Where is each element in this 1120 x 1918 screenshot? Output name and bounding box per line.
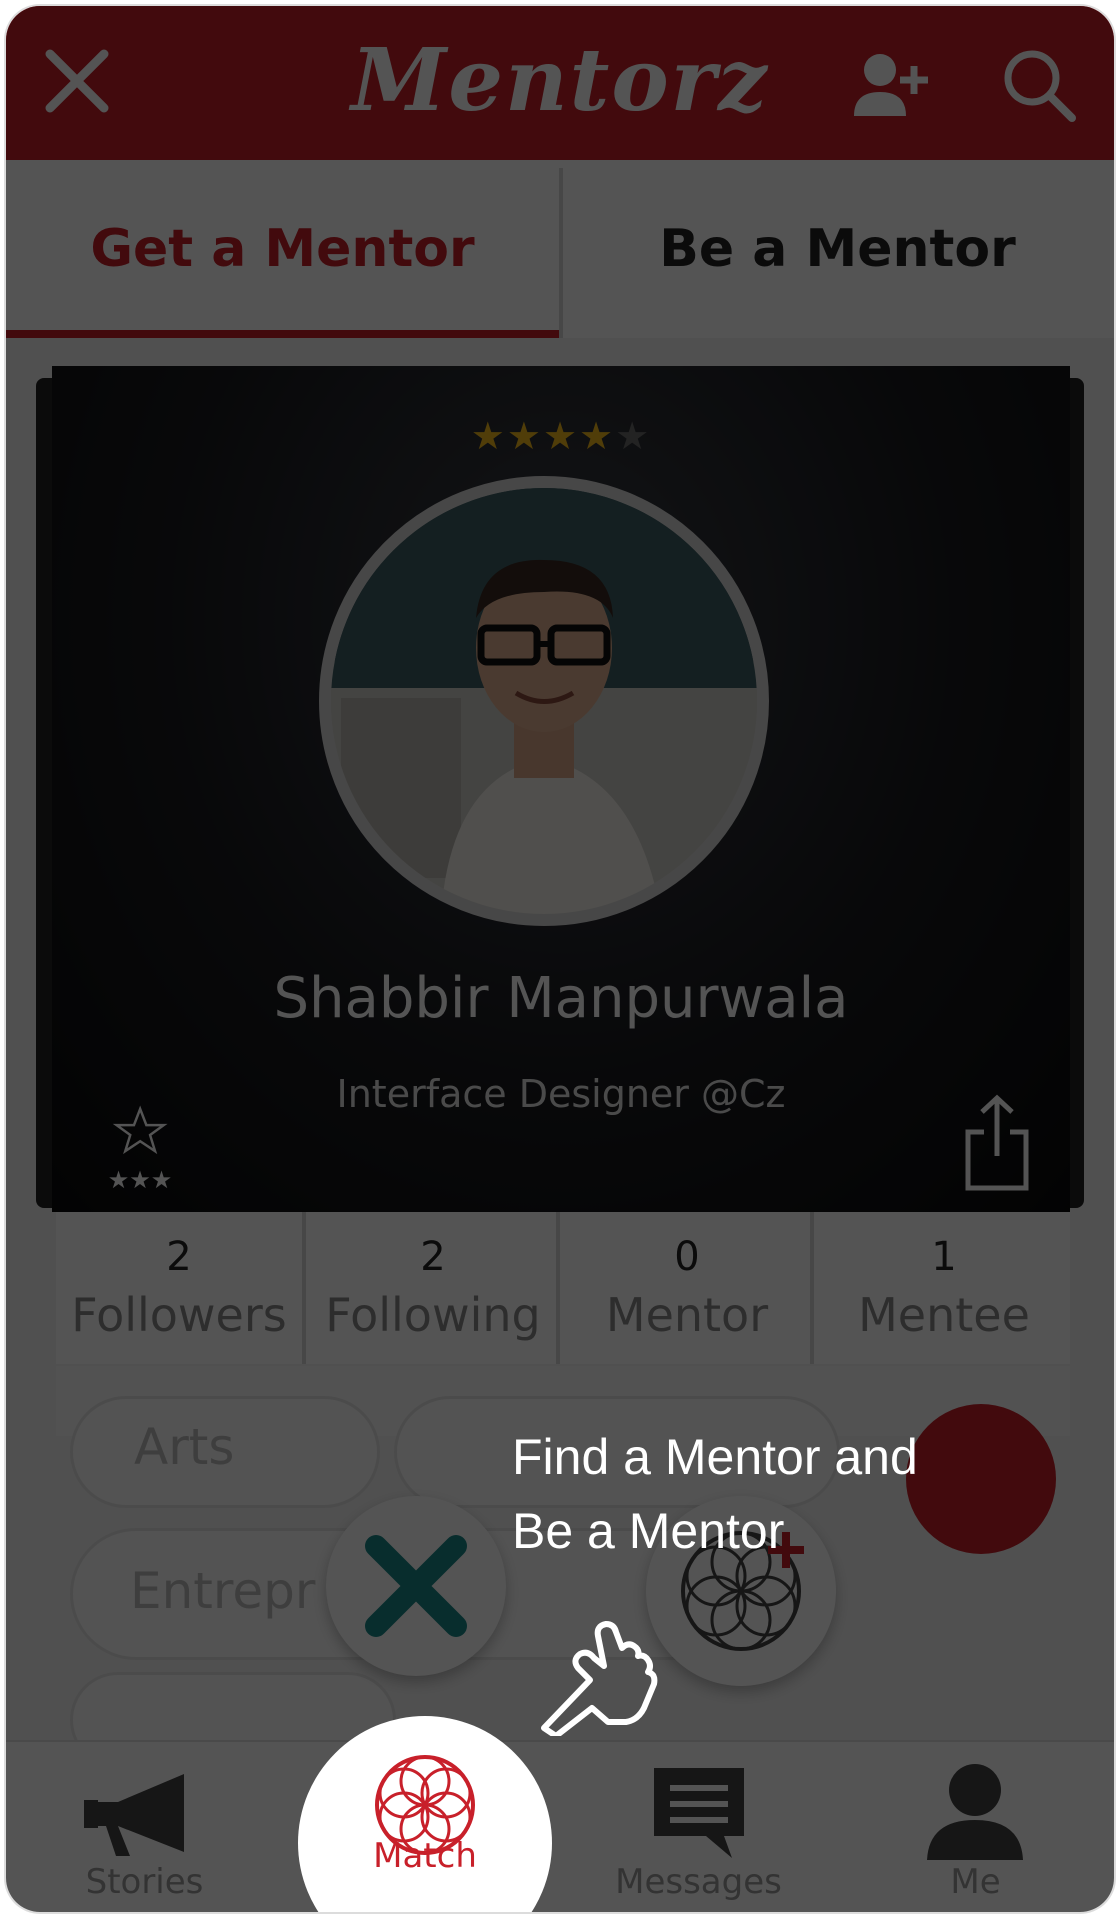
avatar[interactable] [319, 476, 769, 926]
star-empty-icon: ★ [615, 414, 652, 458]
nav-messages[interactable]: Messages [560, 1742, 837, 1912]
nav-stories[interactable]: Stories [6, 1742, 283, 1912]
tutorial-hint-line1: Find a Mentor and [512, 1429, 918, 1485]
mentor-label: Mentor [605, 1288, 769, 1342]
share-icon[interactable] [962, 1092, 1032, 1192]
rating-stars: ★★★★★ [52, 414, 1070, 458]
nav-me-label: Me [950, 1862, 1001, 1902]
chat-icon [560, 1760, 837, 1864]
search-icon[interactable] [1002, 48, 1078, 124]
following-label: Following [325, 1288, 541, 1342]
nav-stories-label: Stories [85, 1862, 204, 1902]
tab-be-a-mentor[interactable]: Be a Mentor [561, 160, 1114, 338]
add-user-icon[interactable] [854, 50, 930, 122]
mentee-label: Mentee [858, 1288, 1030, 1342]
followers-label: Followers [71, 1288, 287, 1342]
followers-count: 2 [166, 1234, 192, 1280]
person-icon [837, 1760, 1114, 1864]
star-filled-icon: ★ [506, 414, 543, 458]
star-filled-icon: ★ [470, 414, 507, 458]
mentee-count: 1 [931, 1234, 957, 1280]
svg-text:★★★: ★★★ [108, 1166, 173, 1190]
nav-match-label[interactable]: Match [298, 1836, 552, 1876]
app-logo: Mentorz [351, 30, 769, 131]
pointing-hand-icon [534, 1596, 664, 1739]
stat-mentor[interactable]: 0 Mentor [564, 1212, 814, 1364]
stat-following[interactable]: 2 Following [310, 1212, 560, 1364]
interest-chip-label: Entrepr [130, 1562, 316, 1620]
mentor-name: Shabbir Manpurwala [273, 966, 849, 1031]
tab-get-a-mentor[interactable]: Get a Mentor [6, 160, 559, 338]
reject-button[interactable] [326, 1496, 506, 1676]
nav-messages-label: Messages [615, 1862, 782, 1902]
mentor-count: 0 [674, 1234, 700, 1280]
mentor-title: Interface Designer @Cz [336, 1072, 786, 1116]
tutorial-hint-line2: Be a Mentor [512, 1503, 785, 1559]
tutorial-hint-text: Find a Mentor and Be a Mentor [512, 1420, 1072, 1568]
stat-mentee[interactable]: 1 Mentee [818, 1212, 1070, 1364]
mentor-profile-card[interactable]: ★★★★★ Shabbir Manpurwala Interface Desig… [52, 366, 1070, 1212]
star-filled-icon: ★ [542, 414, 580, 458]
rate-star-icon[interactable]: ★★★ [98, 1104, 182, 1194]
bottom-navigation: Stories Messages Me [6, 1740, 1114, 1912]
active-tab-indicator [6, 330, 559, 338]
nav-me[interactable]: Me [837, 1742, 1114, 1912]
stats-bar: 2 Followers 2 Following 0 Mentor 1 Mente… [56, 1212, 1070, 1364]
app-screen: Mentorz Get a Mentor Be a Mentor ★★★★★ S… [6, 6, 1114, 1912]
megaphone-icon [6, 1760, 283, 1864]
top-bar: Mentorz [6, 6, 1114, 160]
interest-chip-label: Arts [134, 1418, 235, 1476]
mentor-tabs: Get a Mentor Be a Mentor [6, 160, 1114, 338]
following-count: 2 [420, 1234, 446, 1280]
stat-followers[interactable]: 2 Followers [56, 1212, 306, 1364]
star-filled-icon: ★ [579, 414, 616, 458]
